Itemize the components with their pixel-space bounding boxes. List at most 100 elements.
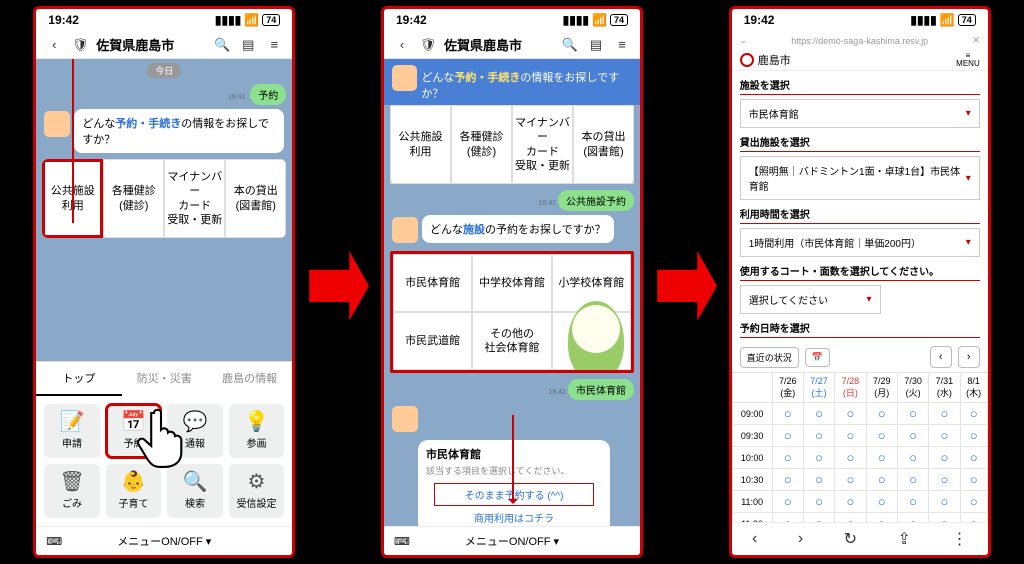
slot-cell[interactable]: ○: [866, 491, 897, 513]
slot-cell[interactable]: ○: [929, 447, 960, 469]
grid-reserve[interactable]: 📅予約: [106, 404, 162, 458]
choice-card-grid-prev: 公共施設 利用 各種健診 (健診) マイナンバー カード 受取・更新 本の貸出 …: [390, 105, 634, 184]
next-week-button[interactable]: ›: [958, 346, 980, 368]
slot-cell[interactable]: ○: [772, 513, 803, 523]
slot-cell[interactable]: ○: [803, 403, 834, 425]
search-icon[interactable]: 🔍: [560, 37, 580, 53]
chat-area: どんな予約・手続きの情報をお探しですか？ 公共施設 利用 各種健診 (健診) マ…: [384, 59, 640, 526]
prev-week-button[interactable]: ‹: [930, 346, 952, 368]
slot-cell[interactable]: ○: [897, 491, 928, 513]
doc-icon[interactable]: ▤: [238, 37, 258, 53]
slot-cell[interactable]: ○: [929, 403, 960, 425]
search-icon[interactable]: 🔍: [212, 37, 232, 53]
slot-cell[interactable]: ○: [835, 403, 866, 425]
slot-cell[interactable]: ○: [960, 425, 987, 447]
menu-icon[interactable]: ≡: [612, 37, 632, 52]
bot-question-facility: どんな施設の予約をお探しですか？: [422, 215, 614, 243]
chevron-down-icon[interactable]: ⌄: [740, 35, 748, 46]
chat-header: ‹ 🛡 佐賀県鹿島市 🔍 ▤ ≡: [36, 31, 292, 59]
msg-time: 19:41: [228, 94, 246, 101]
slot-cell[interactable]: ○: [960, 403, 987, 425]
slot-cell[interactable]: ○: [866, 425, 897, 447]
slot-cell[interactable]: ○: [803, 425, 834, 447]
keyboard-icon[interactable]: ⌨: [394, 535, 410, 548]
tab-info[interactable]: 鹿島の情報: [207, 362, 292, 396]
slot-cell[interactable]: ○: [897, 469, 928, 491]
slot-cell[interactable]: ○: [835, 425, 866, 447]
calendar-icon[interactable]: 📅: [805, 348, 830, 367]
slot-cell[interactable]: ○: [866, 469, 897, 491]
slot-cell[interactable]: ○: [897, 403, 928, 425]
select-duration[interactable]: 1時間利用（市民体育館｜単価200円）▾: [740, 228, 980, 257]
slot-cell[interactable]: ○: [803, 513, 834, 523]
grid-participate[interactable]: 💡参画: [229, 404, 285, 458]
slot-cell[interactable]: ○: [960, 469, 987, 491]
slot-cell[interactable]: ○: [866, 403, 897, 425]
slot-cell[interactable]: ○: [897, 513, 928, 523]
nav-reload-icon[interactable]: ↻: [844, 529, 857, 549]
doc-icon[interactable]: ▤: [586, 37, 606, 53]
slot-cell[interactable]: ○: [835, 491, 866, 513]
menu-toggle-bar[interactable]: ⌨ メニューON/OFF ▾: [384, 526, 640, 555]
select-facility[interactable]: 市民体育館▾: [740, 99, 980, 128]
gear-icon: ⚙: [231, 472, 283, 492]
slot-cell[interactable]: ○: [929, 491, 960, 513]
tab-top[interactable]: トップ: [36, 362, 121, 396]
back-icon[interactable]: ‹: [392, 37, 412, 52]
slot-cell[interactable]: ○: [803, 447, 834, 469]
slot-cell[interactable]: ○: [929, 425, 960, 447]
slot-cell[interactable]: ○: [772, 491, 803, 513]
slot-cell[interactable]: ○: [897, 425, 928, 447]
card-budokan[interactable]: 市民武道館: [393, 312, 472, 370]
grid-childcare[interactable]: 👶子育て: [106, 464, 162, 518]
slot-cell[interactable]: ○: [772, 469, 803, 491]
slot-cell[interactable]: ○: [835, 447, 866, 469]
slot-cell[interactable]: ○: [960, 513, 987, 523]
slot-cell[interactable]: ○: [866, 513, 897, 523]
close-icon[interactable]: ✕: [972, 35, 980, 46]
card-library[interactable]: 本の貸出 (図書館): [225, 159, 286, 238]
slot-cell[interactable]: ○: [960, 491, 987, 513]
slot-cell[interactable]: ○: [772, 447, 803, 469]
day-header: 7/27(土): [803, 373, 834, 403]
chip-recent[interactable]: 直近の状況: [740, 347, 799, 368]
bot-avatar-icon: [392, 65, 417, 91]
card-shimin-gym[interactable]: 市民体育館: [393, 254, 472, 312]
grid-report[interactable]: 💬通報: [167, 404, 223, 458]
grid-search[interactable]: 🔍検索: [167, 464, 223, 518]
nav-more-icon[interactable]: ⋮: [951, 529, 967, 549]
grid-settings[interactable]: ⚙受信設定: [229, 464, 285, 518]
nav-back-icon[interactable]: ‹: [752, 530, 757, 548]
back-icon[interactable]: ‹: [44, 37, 64, 52]
card-mynumber[interactable]: マイナンバー カード 受取・更新: [164, 159, 225, 238]
menu-icon[interactable]: ≡: [264, 37, 284, 52]
tab-disaster[interactable]: 防災・災害: [122, 362, 207, 396]
slot-cell[interactable]: ○: [772, 425, 803, 447]
slot-cell[interactable]: ○: [897, 447, 928, 469]
card-health-check[interactable]: 各種健診 (健診): [103, 159, 164, 238]
grid-trash[interactable]: 🗑ごみ: [44, 464, 100, 518]
slot-cell[interactable]: ○: [772, 403, 803, 425]
slot-cell[interactable]: ○: [960, 447, 987, 469]
card-chugaku-gym[interactable]: 中学校体育館: [472, 254, 551, 312]
select-courts[interactable]: 選択してください▾: [740, 285, 881, 314]
card-other-gym[interactable]: その他の 社会体育館: [472, 312, 551, 370]
slot-cell[interactable]: ○: [803, 491, 834, 513]
slot-cell[interactable]: ○: [929, 469, 960, 491]
brand-name: 鹿島市: [758, 52, 952, 68]
grid-apply[interactable]: 📝申請: [44, 404, 100, 458]
menu-toggle-bar[interactable]: ⌨ メニューON/OFF ▾: [36, 526, 292, 555]
slot-cell[interactable]: ○: [803, 469, 834, 491]
commercial-link[interactable]: 商用利用はコチラ: [426, 508, 602, 526]
select-rental[interactable]: 【照明無｜バドミントン1面・卓球1台】市民体育館▾: [740, 156, 980, 200]
slot-cell[interactable]: ○: [929, 513, 960, 523]
slot-cell[interactable]: ○: [835, 469, 866, 491]
keyboard-icon[interactable]: ⌨: [46, 535, 62, 548]
slot-cell[interactable]: ○: [866, 447, 897, 469]
caret-icon: ▾: [966, 237, 971, 248]
nav-share-icon[interactable]: ⇪: [898, 529, 911, 549]
nav-fwd-icon[interactable]: ›: [798, 530, 803, 548]
slot-cell[interactable]: ○: [835, 513, 866, 523]
caret-icon: ▾: [966, 108, 971, 119]
hamburger-icon[interactable]: ≡ MENU: [956, 52, 980, 68]
